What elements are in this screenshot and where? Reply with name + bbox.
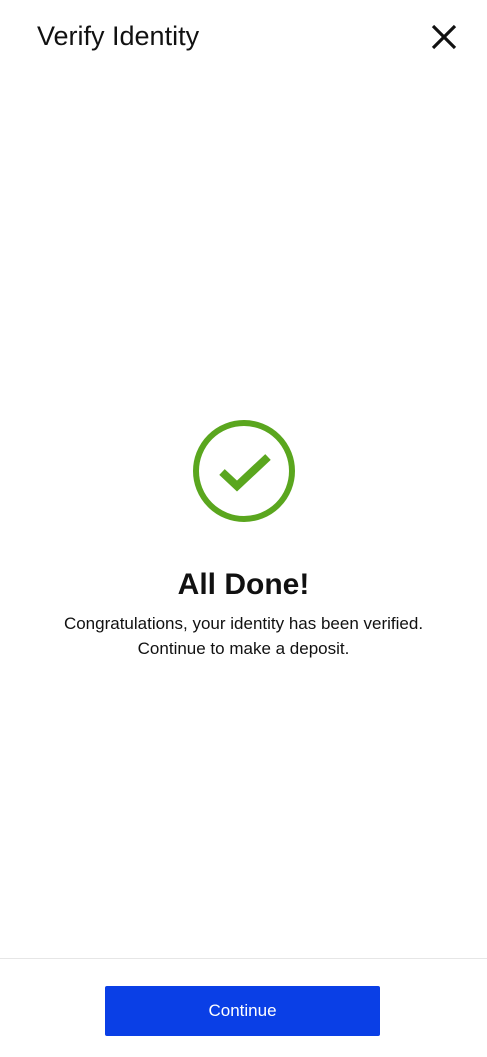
success-message: Congratulations, your identity has been …	[0, 611, 487, 661]
close-icon[interactable]	[430, 23, 458, 51]
success-title: All Done!	[177, 568, 310, 601]
footer-bar: Continue	[0, 958, 487, 1057]
check-circle-icon	[192, 420, 295, 522]
continue-button[interactable]: Continue	[105, 986, 380, 1036]
page-title: Verify Identity	[37, 21, 200, 51]
success-content: All Done! Congratulations, your identity…	[0, 418, 487, 661]
header-bar: Verify Identity	[0, 0, 487, 74]
success-message-line-2: Continue to make a deposit.	[137, 639, 350, 658]
close-button[interactable]	[424, 17, 464, 57]
success-message-line-1: Congratulations, your identity has been …	[63, 614, 424, 633]
